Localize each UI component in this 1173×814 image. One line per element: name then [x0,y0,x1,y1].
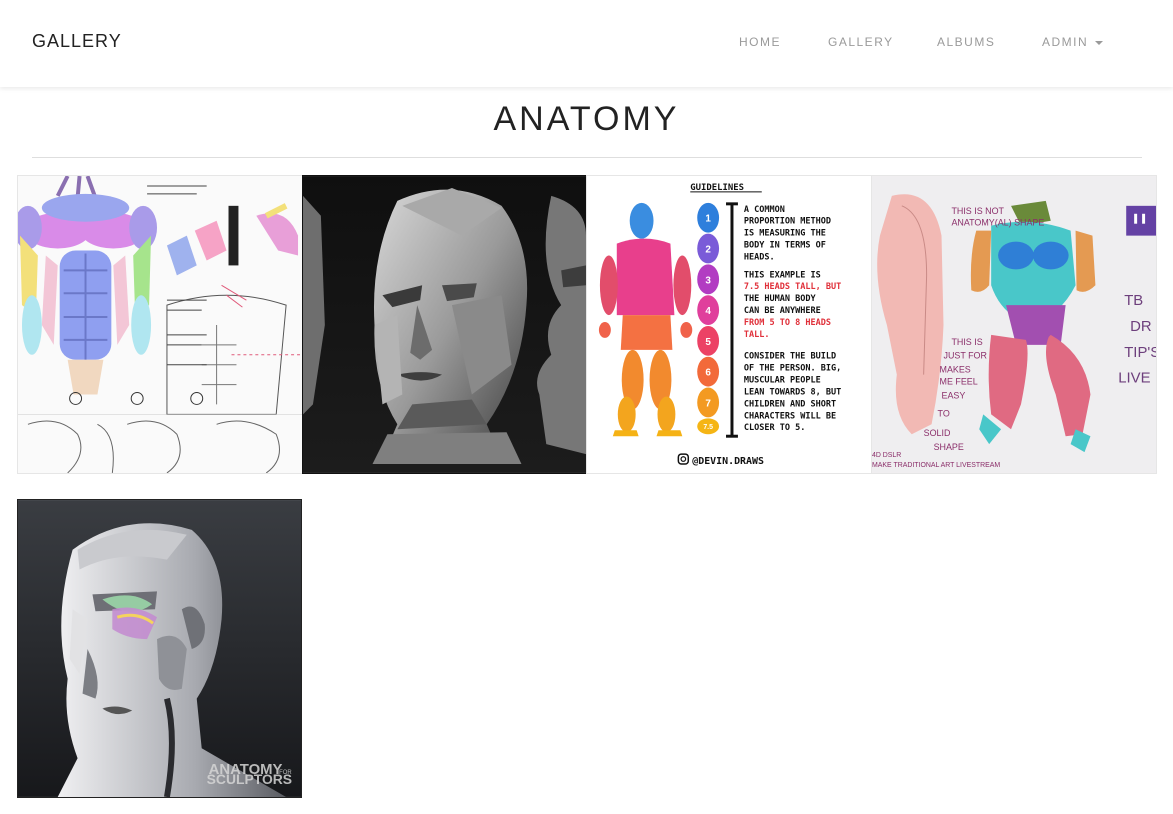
guideline-text: CONSIDER THE BUILD [744,352,836,362]
sketch-note: JUST FOR [943,351,987,361]
sketch-note: THIS IS NOT [951,206,1004,216]
page-title: ANATOMY [493,100,680,138]
side-note: TIP'S [1124,345,1156,361]
nav-gallery[interactable]: GALLERY [828,35,894,49]
head-number: 7 [705,398,711,409]
head-number: 3 [705,275,711,286]
shape-sketch-illustration: THIS IS NOT ANATOMY(AL) SHAPE THIS IS JU… [872,176,1156,473]
head-number: 6 [705,368,711,379]
caret-down-icon [1095,40,1104,45]
head-number: 4 [705,306,711,317]
guideline-text: CAN BE ANYWHERE [744,306,821,316]
sketch-note: MAKES [940,365,971,375]
sketch-note: SHAPE [934,442,964,452]
navbar: GALLERY HOME GALLERY ALBUMS ADMIN [0,0,1173,87]
gallery-image-muscle-sketch[interactable] [17,175,303,474]
guideline-text: MUSCULAR PEOPLE [744,376,821,386]
head-number: 2 [705,245,711,256]
guideline-text: PROPORTION METHOD [744,217,831,227]
twitch-icon [1126,205,1156,236]
guideline-text: CLOSER TO 5. [744,423,806,433]
guideline-text: OF THE PERSON. BIG, [744,364,841,374]
sketch-note: EASY [942,390,966,400]
sketch-note: ANATOMY(AL) SHAPE [951,218,1044,228]
guideline-text: IS MEASURING THE [744,229,826,239]
sketch-footer: 4D DSLR [872,452,901,459]
divider [32,157,1142,158]
guideline-text: CHILDREN AND SHORT [744,399,836,409]
guideline-text: 7.5 HEADS TALL, BUT [744,282,841,292]
gallery-image-sculptors-head[interactable]: ANATOMY FOR SCULPTORS [17,499,302,798]
guideline-text: A COMMON [744,205,785,215]
gallery-image-shape-sketch[interactable]: THIS IS NOT ANATOMY(AL) SHAPE THIS IS JU… [871,175,1157,474]
sketch-footer: MAKE TRADITIONAL ART LIVESTREAM [872,462,1000,469]
planar-head-render [303,176,586,473]
guideline-text: TALL. [744,330,770,340]
sketch-note: THIS IS [951,337,982,347]
nav-albums[interactable]: ALBUMS [937,35,995,49]
guideline-text: THIS EXAMPLE IS [744,270,821,280]
artist-handle: @DEVIN.DRAWS [692,456,764,467]
gallery-image-planar-head[interactable] [302,175,587,474]
side-note: LIVE [1118,371,1150,387]
sculptors-head-render: ANATOMY FOR SCULPTORS [18,500,301,797]
side-note: DR [1130,319,1152,335]
proportion-guidelines-sheet: GUIDELINES 1 2 3 4 5 6 7 7.5 A COMMON PR… [587,176,871,473]
guideline-text: LEAN TOWARDS 8, BUT [744,388,841,398]
guideline-text: CHARACTERS WILL BE [744,411,836,421]
sketch-note: TO [938,408,950,418]
gallery-image-proportion-guidelines[interactable]: GUIDELINES 1 2 3 4 5 6 7 7.5 A COMMON PR… [586,175,872,474]
side-note: TB [1124,293,1143,309]
brand-logo[interactable]: GALLERY [32,31,122,52]
sketch-note: ME FEEL [940,377,978,387]
guideline-text: BODY IN TERMS OF [744,241,826,251]
nav-admin-dropdown[interactable]: ADMIN [1042,35,1104,49]
guideline-text: THE HUMAN BODY [744,294,817,304]
watermark-text: SCULPTORS [207,771,292,787]
head-number: 5 [705,337,711,348]
sketch-note: SOLID [924,428,951,438]
head-number: 1 [705,214,711,225]
nav-home[interactable]: HOME [739,35,781,49]
head-number: 7.5 [703,424,713,431]
guideline-text: FROM 5 TO 8 HEADS [744,318,831,328]
guideline-text: HEADS. [744,252,775,262]
nav-admin-label: ADMIN [1042,35,1089,49]
muscle-sketch-illustration [18,176,302,473]
